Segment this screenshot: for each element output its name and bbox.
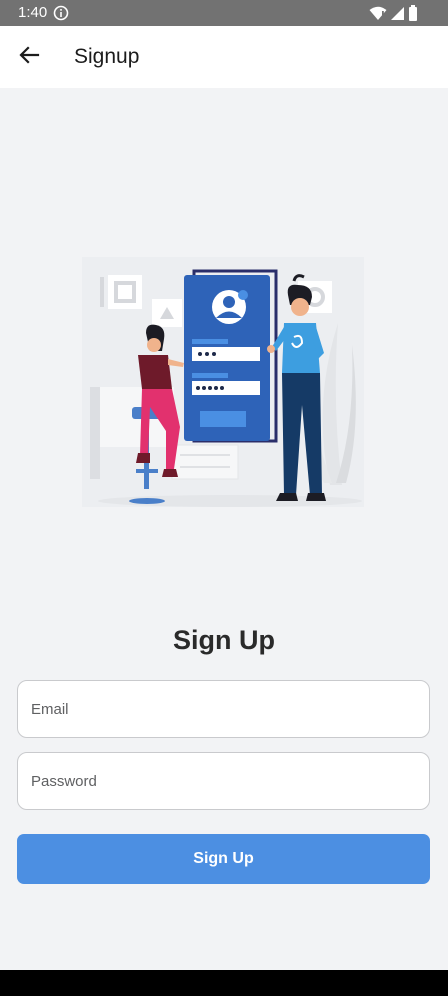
battery-icon xyxy=(408,5,418,21)
status-bar: 1:40 xyxy=(0,0,448,26)
sign-up-button[interactable]: Sign Up xyxy=(17,834,430,884)
status-icons xyxy=(369,5,418,21)
page-title: Signup xyxy=(74,45,140,68)
signup-illustration xyxy=(80,255,370,517)
signup-screen: 1:40 Signup Sign Up Email Sign Up xyxy=(0,0,448,996)
status-time: 1:40 xyxy=(18,4,48,21)
password-input[interactable] xyxy=(17,752,430,810)
arrow-left-icon xyxy=(18,44,40,71)
form-heading: Sign Up xyxy=(173,625,275,655)
back-button[interactable] xyxy=(12,40,46,74)
app-bar: Signup xyxy=(0,26,448,88)
email-input[interactable] xyxy=(17,680,430,738)
signal-icon xyxy=(390,6,405,21)
info-icon xyxy=(53,5,69,21)
navigation-bar xyxy=(0,970,448,996)
wifi-icon xyxy=(369,6,387,21)
